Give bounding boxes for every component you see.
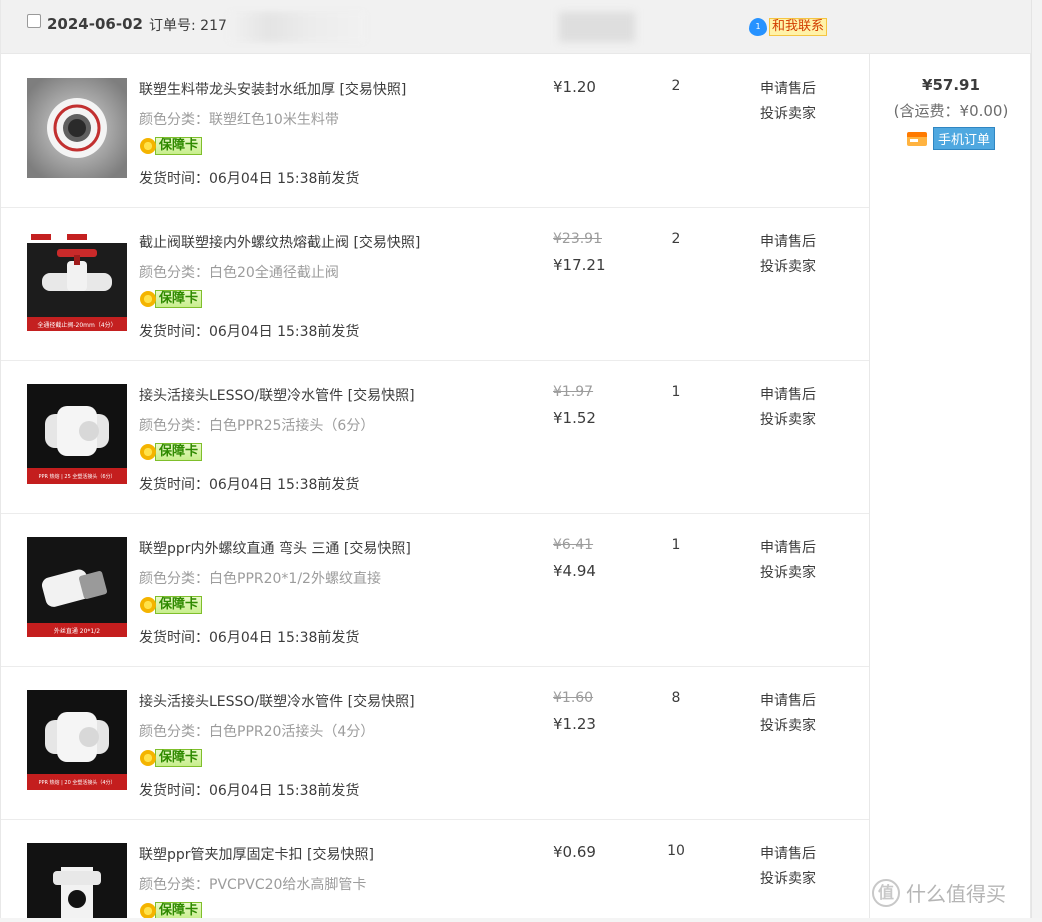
flower-icon <box>139 137 157 155</box>
order-item-row: PPR 热熔 | 20 全塑活接头（4分） 接头活接头LESSO/联塑冷水管件 … <box>1 667 869 820</box>
watermark-text: 什么值得买 <box>906 882 1006 906</box>
guarantee-card-badge[interactable]: 保障卡 <box>139 749 203 767</box>
payment-card-icon <box>906 131 927 146</box>
complain-seller-link[interactable]: 投诉卖家 <box>760 562 816 582</box>
apply-after-sales-link[interactable]: 申请售后 <box>760 384 816 404</box>
product-thumbnail[interactable]: 外丝直通 20*1/2 <box>27 537 127 637</box>
quantity: 1 <box>671 384 681 400</box>
quantity: 2 <box>671 78 681 94</box>
guarantee-card-badge[interactable]: 保障卡 <box>139 443 203 461</box>
ship-time: 发货时间：06月04日 15:38前发货 <box>139 171 360 187</box>
original-price: ¥1.60 <box>553 690 594 706</box>
quantity: 2 <box>671 231 681 247</box>
redacted-order-number <box>229 12 365 42</box>
order-item-row: 外丝直通 20*1/2 联塑ppr内外螺纹直通 弯头 三通 [交易快照] 颜色分… <box>1 514 869 667</box>
ship-time: 发货时间：06月04日 15:38前发货 <box>139 630 360 646</box>
complain-seller-link[interactable]: 投诉卖家 <box>760 409 816 429</box>
order-total: ¥57.91 <box>922 76 980 94</box>
product-title-link[interactable]: 接头活接头LESSO/联塑冷水管件 [交易快照] <box>139 691 415 711</box>
product-title-link[interactable]: 联塑ppr管夹加厚固定卡扣 [交易快照] <box>139 844 374 864</box>
guarantee-card-label: 保障卡 <box>155 137 203 155</box>
wangwang-icon: 1 <box>749 18 767 36</box>
product-sku: 颜色分类：白色20全通径截止阀 <box>139 265 339 281</box>
unit-price: ¥17.21 <box>553 256 606 274</box>
site-watermark: 值 什么值得买 <box>872 878 1006 907</box>
order-checkbox[interactable] <box>27 14 41 28</box>
unit-price: ¥1.20 <box>553 78 596 96</box>
mobile-order-tag[interactable]: 手机订单 <box>870 127 1032 150</box>
order-item-row: 联塑ppr管夹加厚固定卡扣 [交易快照] 颜色分类：PVCPVC20给水高脚管卡… <box>1 820 869 922</box>
ship-time: 发货时间：06月04日 15:38前发货 <box>139 324 360 340</box>
unit-price: ¥0.69 <box>553 843 596 861</box>
mobile-order-label: 手机订单 <box>932 127 995 150</box>
product-thumbnail[interactable]: PPR 热熔 | 25 全塑活接头（6分） <box>27 384 127 484</box>
vertical-scrollbar[interactable] <box>1031 0 1042 922</box>
product-title-link[interactable]: 截止阀联塑接内外螺纹热熔截止阀 [交易快照] <box>139 232 420 252</box>
unit-price: ¥1.52 <box>553 409 596 427</box>
product-sku: 颜色分类：PVCPVC20给水高脚管卡 <box>139 877 367 893</box>
column-divider <box>869 54 870 922</box>
product-sku: 颜色分类：白色PPR20*1/2外螺纹直接 <box>139 571 381 587</box>
product-title-link[interactable]: 联塑ppr内外螺纹直通 弯头 三通 [交易快照] <box>139 538 411 558</box>
complain-seller-link[interactable]: 投诉卖家 <box>760 868 816 888</box>
product-sku: 颜色分类：白色PPR25活接头（6分） <box>139 418 375 434</box>
ship-time: 发货时间：06月04日 15:38前发货 <box>139 477 360 493</box>
guarantee-card-label: 保障卡 <box>155 290 203 308</box>
redacted-shop-name <box>559 12 635 42</box>
order-header: 2024-06-02 订单号: 217 1 和我联系 <box>1 0 1032 54</box>
order-total-panel: ¥57.91 (含运费：¥0.00) 手机订单 <box>870 54 1032 150</box>
product-thumbnail[interactable]: PPR 热熔 | 20 全塑活接头（4分） <box>27 690 127 790</box>
page-bottom-edge <box>0 918 1042 922</box>
complain-seller-link[interactable]: 投诉卖家 <box>760 256 816 276</box>
guarantee-card-label: 保障卡 <box>155 443 203 461</box>
order-item-row: PPR 热熔 | 25 全塑活接头（6分） 接头活接头LESSO/联塑冷水管件 … <box>1 361 869 514</box>
guarantee-card-badge[interactable]: 保障卡 <box>139 290 203 308</box>
quantity: 1 <box>671 537 681 553</box>
flower-icon <box>139 596 157 614</box>
product-image-caption: 全通径截止阀-20mm（4分） <box>37 321 116 329</box>
apply-after-sales-link[interactable]: 申请售后 <box>760 690 816 710</box>
apply-after-sales-link[interactable]: 申请售后 <box>760 843 816 863</box>
product-image-caption: PPR 热熔 | 25 全塑活接头（6分） <box>38 473 115 480</box>
product-thumbnail[interactable]: 全通径截止阀-20mm（4分） <box>27 231 127 331</box>
unit-price: ¥1.23 <box>553 715 596 733</box>
product-image-caption: 外丝直通 20*1/2 <box>54 627 100 635</box>
guarantee-card-badge[interactable]: 保障卡 <box>139 596 203 614</box>
product-thumbnail[interactable] <box>27 78 127 178</box>
complain-seller-link[interactable]: 投诉卖家 <box>760 103 816 123</box>
flower-icon <box>139 749 157 767</box>
product-sku: 颜色分类：联塑红色10米生料带 <box>139 112 339 128</box>
shipping-fee: (含运费：¥0.00) <box>893 102 1009 120</box>
product-image-caption: PPR 热熔 | 20 全塑活接头（4分） <box>38 779 115 786</box>
apply-after-sales-link[interactable]: 申请售后 <box>760 537 816 557</box>
order-number-label: 订单号: 217 <box>149 18 227 34</box>
contact-seller-button[interactable]: 1 和我联系 <box>749 18 828 36</box>
product-title-link[interactable]: 接头活接头LESSO/联塑冷水管件 [交易快照] <box>139 385 415 405</box>
flower-icon <box>139 290 157 308</box>
guarantee-card-label: 保障卡 <box>155 596 203 614</box>
product-thumbnail[interactable] <box>27 843 127 922</box>
unit-price: ¥4.94 <box>553 562 596 580</box>
complain-seller-link[interactable]: 投诉卖家 <box>760 715 816 735</box>
original-price: ¥23.91 <box>553 231 602 247</box>
smzdm-logo-icon: 值 <box>872 878 900 907</box>
order-item-row: 全通径截止阀-20mm（4分） 截止阀联塑接内外螺纹热熔截止阀 [交易快照] 颜… <box>1 208 869 361</box>
quantity: 8 <box>671 690 681 706</box>
guarantee-card-badge[interactable]: 保障卡 <box>139 137 203 155</box>
order-card: 2024-06-02 订单号: 217 1 和我联系 联塑生料带龙头安装封水纸加… <box>0 0 1032 922</box>
product-sku: 颜色分类：白色PPR20活接头（4分） <box>139 724 375 740</box>
ship-time: 发货时间：06月04日 15:38前发货 <box>139 783 360 799</box>
order-item-row: 联塑生料带龙头安装封水纸加厚 [交易快照] 颜色分类：联塑红色10米生料带 保障… <box>1 55 869 208</box>
product-title-link[interactable]: 联塑生料带龙头安装封水纸加厚 [交易快照] <box>139 79 406 99</box>
order-date: 2024-06-02 <box>47 15 143 33</box>
quantity: 10 <box>667 843 685 859</box>
apply-after-sales-link[interactable]: 申请售后 <box>760 231 816 251</box>
contact-seller-label: 和我联系 <box>769 18 828 36</box>
guarantee-card-label: 保障卡 <box>155 749 203 767</box>
flower-icon <box>139 443 157 461</box>
original-price: ¥1.97 <box>553 384 594 400</box>
apply-after-sales-link[interactable]: 申请售后 <box>760 78 816 98</box>
original-price: ¥6.41 <box>553 537 594 553</box>
